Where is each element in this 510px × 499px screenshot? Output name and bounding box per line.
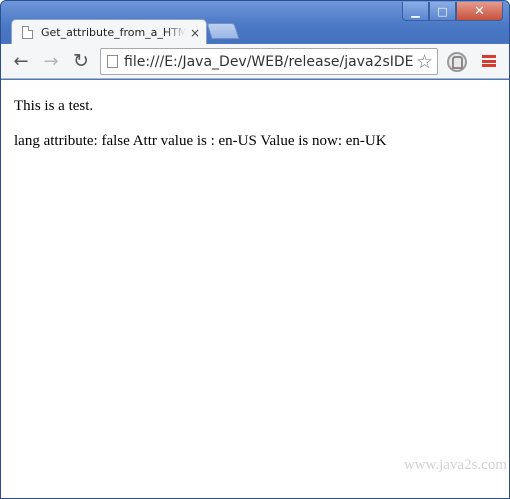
extension-icon[interactable]: [447, 52, 467, 72]
forward-button[interactable]: →: [39, 49, 63, 73]
watermark: www.java2s.com: [403, 457, 507, 473]
maximize-button[interactable]: □: [429, 2, 456, 21]
back-button[interactable]: ←: [9, 49, 33, 73]
tab-close-button[interactable]: ×: [190, 26, 200, 40]
browser-tab[interactable]: Get_attribute_from_a_HTML ×: [11, 19, 207, 45]
page-icon: [22, 26, 33, 39]
toolbar: ← → ↻ file:///E:/Java_Dev/WEB/release/ja…: [1, 44, 509, 79]
new-tab-button[interactable]: [206, 23, 240, 39]
url-text[interactable]: file:///E:/Java_Dev/WEB/release/java2sID…: [124, 54, 414, 70]
bookmark-star-icon[interactable]: ☆: [416, 51, 433, 73]
output-paragraph: lang attribute: false Attr value is : en…: [14, 133, 387, 149]
page-content: This is a test. lang attribute: false At…: [1, 80, 509, 498]
tab-title: Get_attribute_from_a_HTML: [41, 26, 186, 39]
test-paragraph: This is a test.: [14, 98, 94, 114]
menu-icon[interactable]: [482, 55, 496, 67]
browser-window: ▁ □ ✕ Get_attribute_from_a_HTML × ← → ↻ …: [0, 0, 510, 499]
minimize-button[interactable]: ▁: [402, 2, 429, 21]
reload-button[interactable]: ↻: [69, 49, 93, 73]
title-bar: ▁ □ ✕ Get_attribute_from_a_HTML ×: [1, 1, 509, 45]
close-window-button[interactable]: ✕: [456, 2, 503, 21]
page-icon: [107, 55, 118, 68]
window-controls: ▁ □ ✕: [402, 2, 503, 22]
address-bar[interactable]: file:///E:/Java_Dev/WEB/release/java2sID…: [100, 48, 438, 75]
